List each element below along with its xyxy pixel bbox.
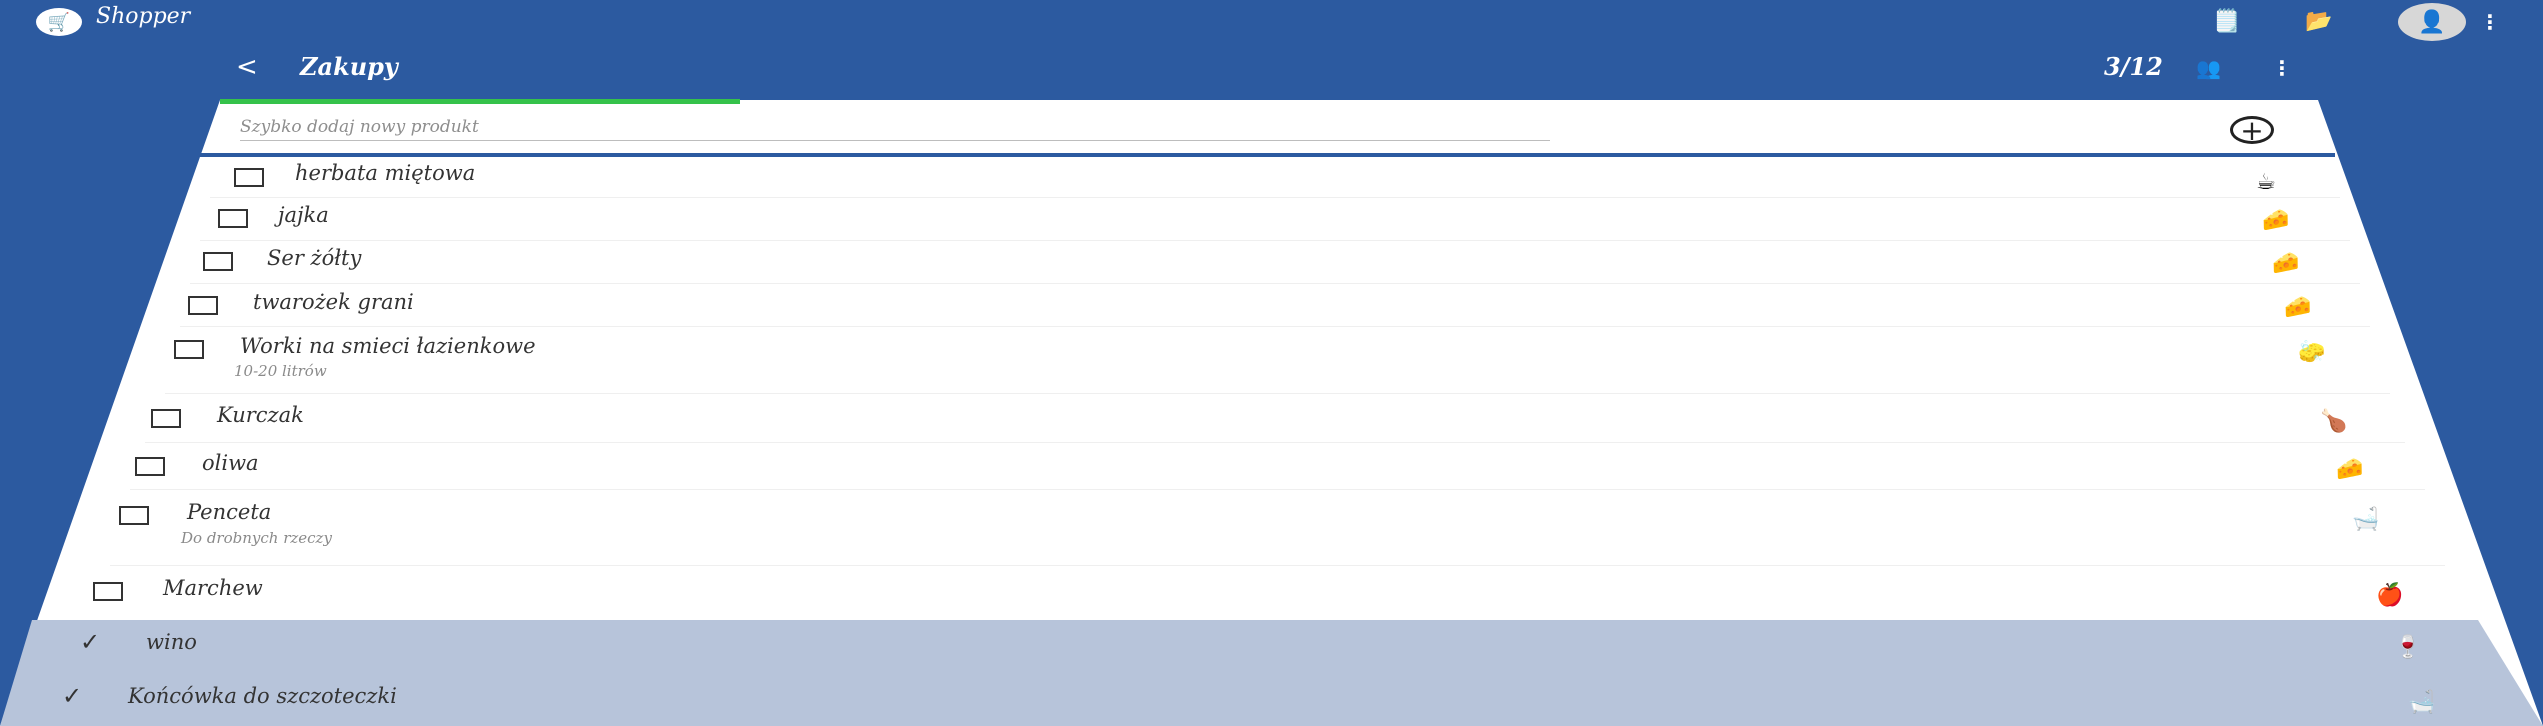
bathtub-icon: 🛁 (2352, 507, 2380, 532)
item-name[interactable]: herbata miętowa (295, 161, 475, 185)
row-divider (180, 326, 2370, 327)
tea-cup-icon: ☕ (2256, 170, 2276, 195)
item-name[interactable]: Ser żółty (267, 246, 361, 270)
bathtub-icon: 🛁 (2408, 690, 2436, 715)
row-divider (110, 565, 2445, 566)
progress-bar (220, 99, 740, 104)
meat-icon: 🍗 (2320, 409, 2348, 434)
cheese-icon: 🧀 (2262, 208, 2290, 233)
item-name[interactable]: Penceta (187, 500, 271, 524)
checkmark-icon[interactable]: ✓ (62, 682, 82, 710)
item-name[interactable]: jajka (278, 203, 329, 227)
item-name[interactable]: Marchew (163, 576, 263, 600)
cheese-icon: 🧀 (2272, 251, 2300, 276)
app-title: Shopper (96, 4, 191, 29)
cheese-icon: 🧀 (2284, 295, 2312, 320)
checkmark-icon[interactable]: ✓ (80, 628, 100, 656)
checked-items-section (0, 620, 2543, 726)
row-divider (165, 393, 2390, 394)
checked-item-name[interactable]: Końcówka do szczoteczki (128, 684, 397, 708)
row-divider (130, 489, 2425, 490)
item-checkbox[interactable] (151, 409, 181, 428)
item-name[interactable]: oliwa (202, 451, 259, 475)
item-checkbox[interactable] (119, 506, 149, 525)
app-bar: 🛒 Shopper 🗒️ 📂 👤 ⋮ (0, 0, 2543, 44)
share-users-icon[interactable]: 👥 (2196, 56, 2221, 80)
folder-icon[interactable]: 📂 (2302, 8, 2336, 34)
item-name[interactable]: twarożek grani (253, 290, 414, 314)
back-arrow-icon[interactable]: < (236, 52, 258, 82)
list-title: Zakupy (300, 52, 398, 81)
item-checkbox[interactable] (218, 209, 248, 228)
item-counter: 3/12 (2104, 52, 2163, 81)
item-name[interactable]: Worki na smieci łazienkowe (240, 334, 536, 358)
list-header: < Zakupy 3/12 👥 ⋮ (0, 44, 2543, 100)
item-checkbox[interactable] (135, 457, 165, 476)
cart-logo-icon: 🛒 (36, 8, 82, 36)
notepad-icon[interactable]: 🗒️ (2210, 8, 2244, 34)
app-menu-icon[interactable]: ⋮ (2480, 12, 2500, 32)
avatar[interactable]: 👤 (2398, 3, 2466, 41)
item-checkbox[interactable] (234, 168, 264, 187)
item-checkbox[interactable] (203, 252, 233, 271)
quick-add-input[interactable] (240, 114, 1550, 141)
checked-item-name[interactable]: wino (146, 630, 197, 654)
add-circle-icon[interactable]: + (2230, 116, 2274, 145)
item-name[interactable]: Kurczak (217, 403, 304, 427)
item-note: Do drobnych rzeczy (181, 529, 332, 547)
row-divider (210, 197, 2340, 198)
header-divider (200, 153, 2335, 157)
cheese-icon: 🧀 (2336, 457, 2364, 482)
wine-icon: 🍷 (2394, 635, 2422, 660)
row-divider (200, 240, 2350, 241)
item-checkbox[interactable] (93, 582, 123, 601)
row-divider (145, 442, 2405, 443)
item-note: 10-20 litrów (234, 362, 327, 380)
row-divider (190, 283, 2360, 284)
more-vertical-icon[interactable]: ⋮ (2272, 58, 2292, 78)
cleaning-icon: 🧽 (2298, 340, 2326, 365)
apple-icon: 🍎 (2376, 583, 2404, 608)
item-checkbox[interactable] (188, 296, 218, 315)
item-checkbox[interactable] (174, 340, 204, 359)
